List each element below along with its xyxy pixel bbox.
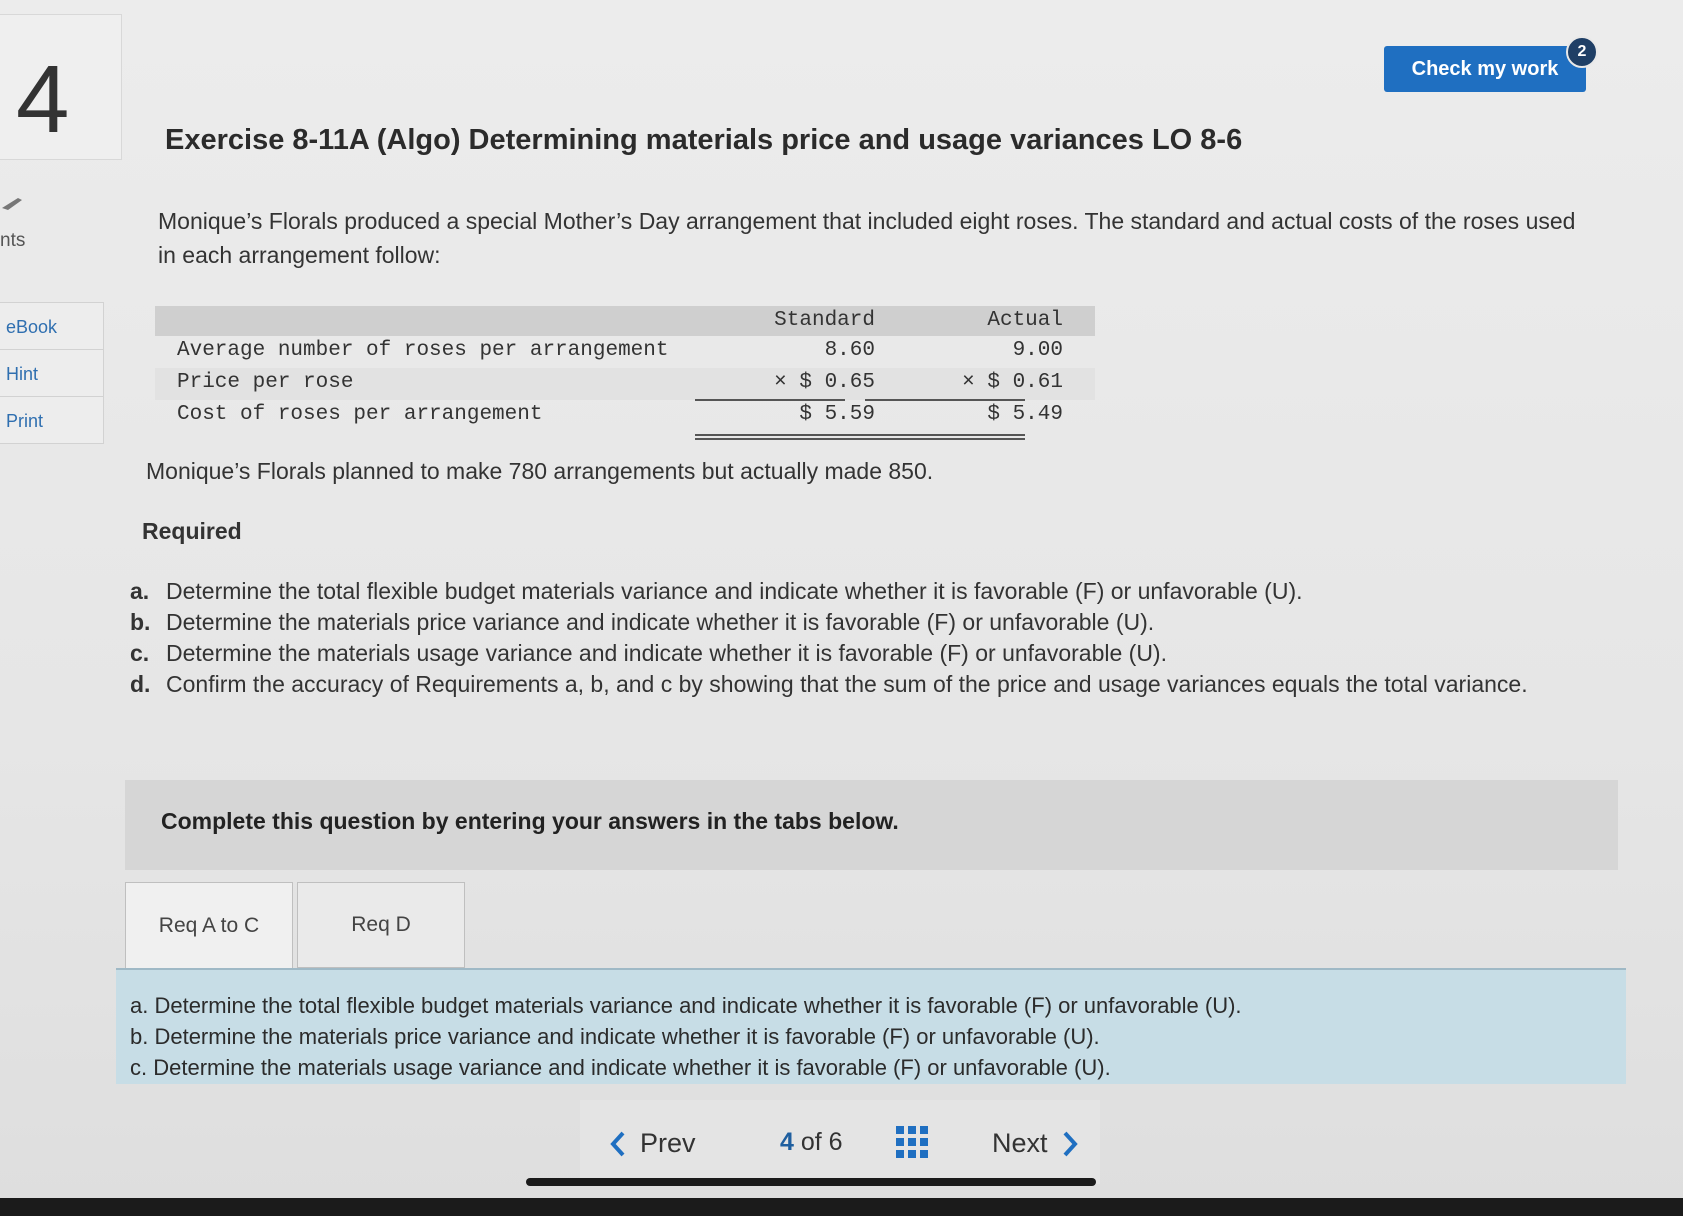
row-actual: 9.00: [1012, 339, 1063, 362]
total-double-rule: [695, 434, 1025, 440]
plan-text: Monique’s Florals planned to make 780 ar…: [146, 458, 934, 484]
tab-req-d[interactable]: Req D: [297, 882, 465, 968]
req-letter: b.: [130, 609, 151, 635]
page-indicator: 4 of 6: [780, 1128, 843, 1157]
question-number: 4: [16, 46, 70, 153]
row-label: Price per rose: [177, 371, 354, 394]
req-text: Confirm the accuracy of Requirements a, …: [166, 671, 1528, 697]
row-standard: × $ 0.65: [774, 371, 875, 394]
row-standard: $ 5.59: [799, 403, 875, 426]
req-letter: a.: [130, 578, 150, 604]
grid-icon[interactable]: [896, 1126, 928, 1158]
required-heading: Required: [142, 518, 242, 544]
req-text: Determine the materials usage variance a…: [166, 640, 1167, 666]
chevron-left-icon: [610, 1131, 625, 1156]
list-item: b. Determine the materials price variance…: [130, 607, 1600, 638]
row-label: Cost of roses per arrangement: [177, 403, 543, 426]
req-text: Determine the materials price variance a…: [166, 609, 1155, 635]
exercise-intro: Monique’s Florals produced a special Mot…: [158, 208, 1576, 268]
scroll-indicator: [526, 1178, 1096, 1186]
req-letter: d.: [130, 671, 151, 697]
req-text: Determine the total flexible budget mate…: [166, 578, 1303, 604]
prev-button[interactable]: Prev: [610, 1128, 696, 1159]
check-count-badge: 2: [1566, 36, 1598, 68]
row-actual: $ 5.49: [987, 403, 1063, 426]
ebook-link[interactable]: eBook: [0, 302, 104, 350]
next-label: Next: [992, 1128, 1048, 1158]
panel-line: b. Determine the materials price varianc…: [130, 1024, 1100, 1049]
row-standard: 8.60: [824, 339, 875, 362]
header-actual: Actual: [987, 309, 1063, 332]
pagination: Prev 4 of 6 Next: [526, 1100, 1100, 1186]
table-row: Average number of roses per arrangement …: [155, 336, 1095, 368]
table-header: Standard Actual: [155, 306, 1095, 336]
question-number-box: 4: [0, 14, 122, 160]
print-link[interactable]: Print: [0, 396, 104, 444]
page-of: of: [800, 1128, 822, 1156]
points-label: nts: [0, 230, 26, 251]
answer-tabs: Req A to C Req D: [125, 882, 469, 968]
check-my-work-button[interactable]: Check my work: [1384, 46, 1586, 92]
list-item: c. Determine the materials usage variance…: [130, 638, 1600, 669]
total-pages: 6: [828, 1128, 843, 1156]
req-letter: c.: [130, 640, 150, 666]
cost-table: Standard Actual Average number of roses …: [155, 306, 1095, 440]
row-actual: × $ 0.61: [962, 371, 1063, 394]
list-item: a. Determine the total flexible budget ma…: [130, 576, 1600, 607]
header-standard: Standard: [774, 309, 875, 332]
instruction-text: Complete this question by entering your …: [161, 808, 899, 834]
table-row: Cost of roses per arrangement $ 5.59 $ 5…: [155, 400, 1095, 440]
tab-content-panel: a. Determine the total flexible budget m…: [116, 968, 1626, 1084]
pencil-icon: [2, 198, 22, 210]
chevron-right-icon: [1063, 1131, 1078, 1156]
screen-bezel: [0, 1198, 1683, 1216]
hint-link[interactable]: Hint: [0, 349, 104, 397]
next-button[interactable]: Next: [992, 1128, 1078, 1159]
prev-label: Prev: [640, 1128, 696, 1158]
panel-line: a. Determine the total flexible budget m…: [130, 993, 1242, 1018]
exercise-title: Exercise 8-11A (Algo) Determining materi…: [165, 124, 1243, 156]
current-page: 4: [780, 1128, 794, 1156]
table-row: Price per rose × $ 0.65 × $ 0.61: [155, 368, 1095, 401]
instruction-box: Complete this question by entering your …: [125, 780, 1618, 870]
list-item: d. Confirm the accuracy of Requirements a…: [130, 669, 1600, 700]
page: 4 nts eBook Hint Print Check my work 2 E…: [0, 0, 1683, 1216]
tab-req-a-to-c[interactable]: Req A to C: [125, 882, 293, 968]
panel-line: c. Determine the materials usage varianc…: [130, 1055, 1111, 1080]
side-nav: eBook Hint Print: [0, 302, 104, 444]
row-label: Average number of roses per arrangement: [177, 339, 669, 362]
requirements-list: a. Determine the total flexible budget ma…: [130, 576, 1600, 700]
